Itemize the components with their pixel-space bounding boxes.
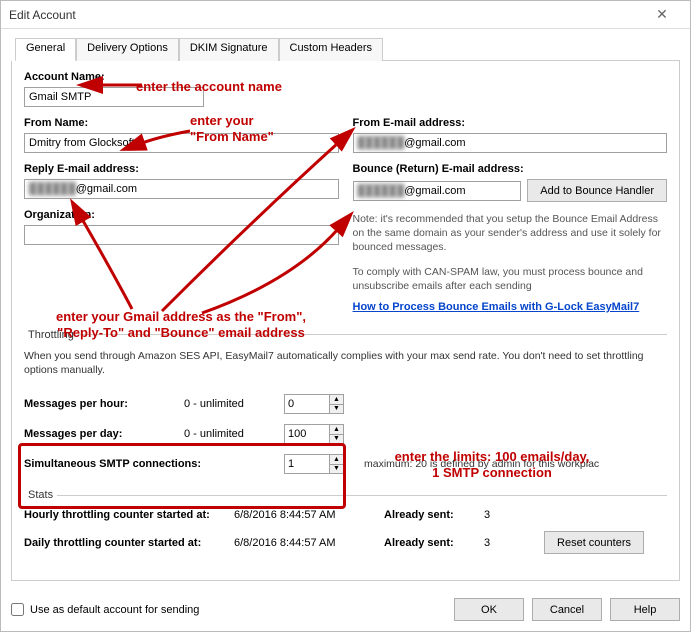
stats-hourly-sent-label: Already sent: [384, 509, 484, 521]
smtp-conn-stepper[interactable]: ▲▼ [284, 454, 344, 474]
throttling-group: Throttling When you send through Amazon … [24, 329, 667, 483]
default-account-text: Use as default account for sending [30, 604, 199, 616]
from-email-label: From E-mail address: [353, 117, 668, 129]
bounce-help-link[interactable]: How to Process Bounce Emails with G-Lock… [353, 301, 640, 313]
tab-custom-headers[interactable]: Custom Headers [279, 38, 384, 61]
tab-dkim-signature[interactable]: DKIM Signature [179, 38, 279, 61]
msgs-hour-hint: 0 - unlimited [184, 398, 284, 410]
dialog-button-bar: Use as default account for sending OK Ca… [11, 598, 680, 621]
from-name-label: From Name: [24, 117, 339, 129]
chevron-down-icon[interactable]: ▼ [330, 435, 343, 444]
default-account-checkbox[interactable] [11, 603, 24, 616]
window-title: Edit Account [9, 8, 642, 22]
tab-delivery-options[interactable]: Delivery Options [76, 38, 179, 61]
bounce-email-suffix: @gmail.com [404, 185, 465, 197]
tab-general[interactable]: General [15, 38, 76, 61]
chevron-down-icon[interactable]: ▼ [330, 405, 343, 414]
throttling-intro: When you send through Amazon SES API, Ea… [24, 349, 667, 377]
add-to-bounce-handler-button[interactable]: Add to Bounce Handler [527, 179, 667, 202]
bounce-email-label: Bounce (Return) E-mail address: [353, 163, 668, 175]
titlebar: Edit Account ✕ [1, 1, 690, 29]
msgs-hour-stepper[interactable]: ▲▼ [284, 394, 344, 414]
chevron-down-icon[interactable]: ▼ [330, 465, 343, 474]
chevron-up-icon[interactable]: ▲ [330, 455, 343, 465]
help-button[interactable]: Help [610, 598, 680, 621]
close-icon[interactable]: ✕ [642, 6, 682, 23]
account-name-label: Account Name: [24, 71, 334, 83]
msgs-day-stepper[interactable]: ▲▼ [284, 424, 344, 444]
account-name-field[interactable] [24, 87, 204, 107]
from-name-field[interactable] [24, 133, 339, 153]
msgs-hour-input[interactable] [285, 395, 329, 413]
from-email-field[interactable]: ██████@gmail.com [353, 133, 668, 153]
smtp-conn-input[interactable] [285, 455, 329, 473]
tabstrip: General Delivery Options DKIM Signature … [15, 37, 680, 61]
throttling-legend: Throttling [24, 329, 78, 341]
chevron-up-icon[interactable]: ▲ [330, 395, 343, 405]
msgs-day-label: Messages per day: [24, 428, 184, 440]
stats-hourly-sent: 3 [484, 509, 524, 521]
stats-daily-sent: 3 [484, 537, 524, 549]
stats-hourly-label: Hourly throttling counter started at: [24, 509, 234, 521]
chevron-up-icon[interactable]: ▲ [330, 425, 343, 435]
cancel-button[interactable]: Cancel [532, 598, 602, 621]
stats-daily-label: Daily throttling counter started at: [24, 537, 234, 549]
general-panel: Account Name: From Name: Reply E-mail ad… [11, 61, 680, 581]
reply-email-field[interactable]: ██████@gmail.com [24, 179, 339, 199]
client-area: General Delivery Options DKIM Signature … [1, 29, 690, 631]
stats-legend: Stats [24, 489, 57, 501]
bounce-note: Note: it's recommended that you setup th… [353, 212, 668, 255]
ok-button[interactable]: OK [454, 598, 524, 621]
stats-daily-sent-label: Already sent: [384, 537, 484, 549]
bounce-email-hidden: ██████ [358, 185, 405, 197]
organization-label: Organization: [24, 209, 339, 221]
msgs-day-input[interactable] [285, 425, 329, 443]
bounce-email-field[interactable]: ██████@gmail.com [353, 181, 522, 201]
canspam-note: To comply with CAN-SPAM law, you must pr… [353, 265, 668, 293]
from-email-suffix: @gmail.com [404, 137, 465, 149]
reply-email-hidden: ██████ [29, 183, 76, 195]
msgs-day-hint: 0 - unlimited [184, 428, 284, 440]
smtp-conn-hint: maximum: 20 is defined by admin for this… [354, 457, 667, 471]
edit-account-window: Edit Account ✕ General Delivery Options … [0, 0, 691, 632]
stats-daily-time: 6/8/2016 8:44:57 AM [234, 537, 384, 549]
from-email-hidden: ██████ [358, 137, 405, 149]
reply-email-suffix: @gmail.com [76, 183, 137, 195]
organization-field[interactable] [24, 225, 339, 245]
default-account-checkbox-label[interactable]: Use as default account for sending [11, 603, 199, 616]
reply-email-label: Reply E-mail address: [24, 163, 339, 175]
stats-group: Stats Hourly throttling counter started … [24, 489, 667, 558]
reset-counters-button[interactable]: Reset counters [544, 531, 644, 554]
smtp-conn-label: Simultaneous SMTP connections: [24, 458, 284, 470]
stats-hourly-time: 6/8/2016 8:44:57 AM [234, 509, 384, 521]
msgs-hour-label: Messages per hour: [24, 398, 184, 410]
